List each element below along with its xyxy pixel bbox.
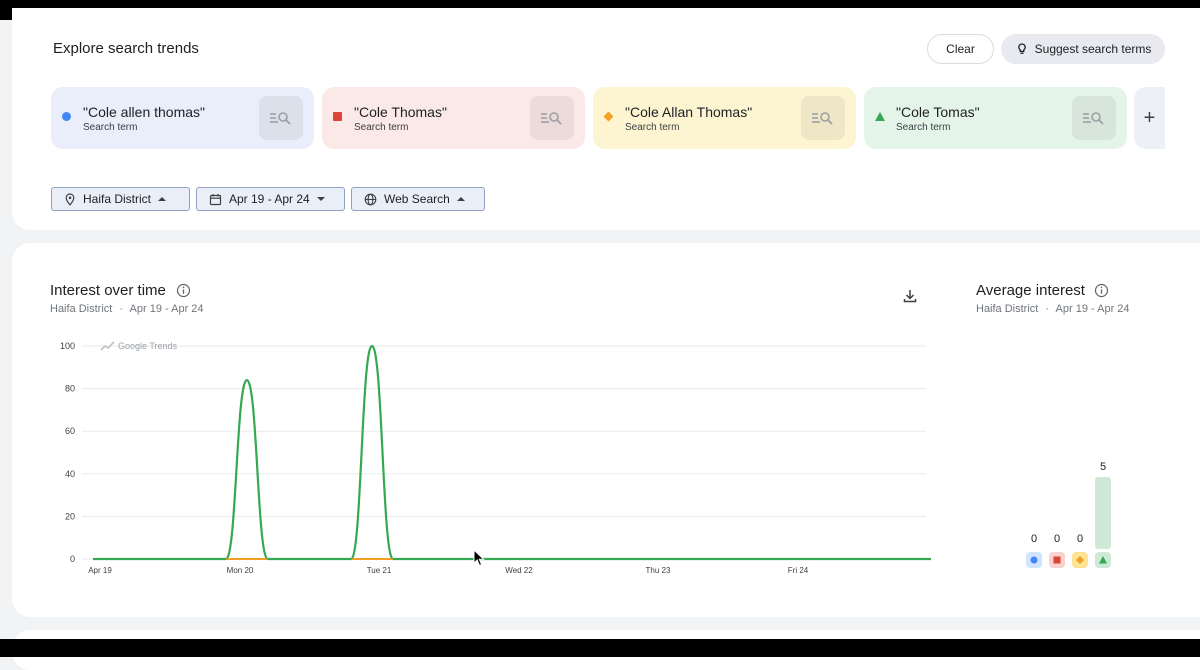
mouse-cursor-icon [473,549,485,567]
average-bar [1095,477,1111,549]
average-value-label: 0 [1077,533,1083,545]
average-interest-chart: 0 0 0 5 [1026,461,1111,568]
average-value-label: 0 [1031,533,1037,545]
circle-marker-icon [1030,556,1038,564]
average-value-label: 0 [1054,533,1060,545]
bottom-black-bar [0,639,1200,657]
square-marker-icon [1053,556,1061,564]
average-value-label: 5 [1100,461,1106,473]
